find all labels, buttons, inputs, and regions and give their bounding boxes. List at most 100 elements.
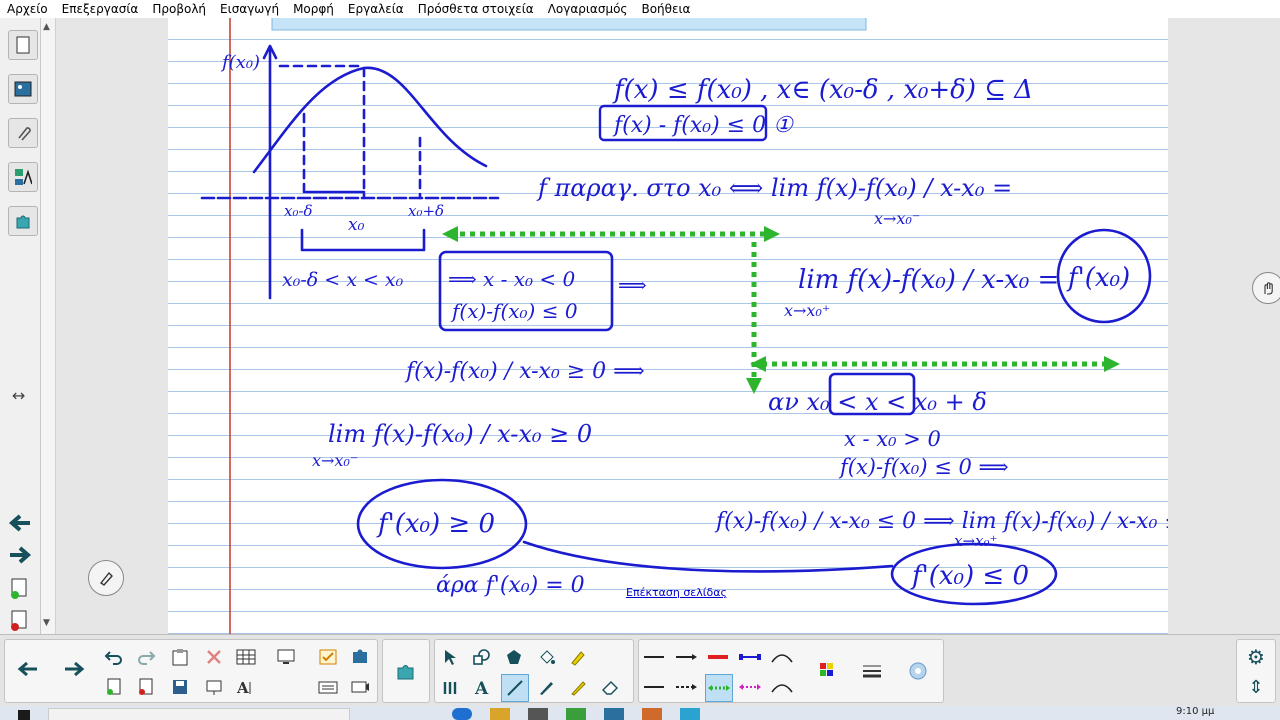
monitor-icon (277, 649, 295, 664)
handwriting-layer[interactable]: f(x₀) x₀-δ x₀ x₀+δ x₀-δ < x < x₀ f(x) ≤ … (168, 18, 1168, 634)
addon-puzzle-button[interactable] (393, 658, 419, 684)
screen-shade-button[interactable] (201, 674, 227, 700)
previous-page-icon[interactable] (8, 512, 32, 538)
undo-button[interactable] (101, 644, 127, 670)
menu-addons[interactable]: Πρόσθετα στοιχεία (411, 2, 541, 16)
line-style-arc[interactable] (769, 644, 795, 670)
properties-icon[interactable] (8, 162, 38, 192)
scroll-down-icon[interactable]: ▼ (43, 618, 50, 628)
add-page-icon[interactable] (10, 578, 30, 604)
expand-toolbar-icon[interactable]: ⇕ (1243, 674, 1269, 700)
menu-view[interactable]: Προβολή (145, 2, 213, 16)
bottom-toolbar: A A ⚙ ⇕ (0, 634, 1280, 707)
os-taskbar: 9:10 μμ (0, 706, 1280, 720)
gallery-icon[interactable] (8, 74, 38, 104)
av-line: αν x₀ < x < x₀ + δ (768, 388, 987, 416)
next-page-icon[interactable] (8, 544, 32, 570)
highlighter-tool[interactable] (565, 644, 591, 670)
circle-fprime-text: f'(x₀) (1066, 263, 1130, 293)
pen-tool[interactable] (533, 674, 559, 700)
delete-button[interactable] (201, 644, 227, 670)
box1-line-a: ⟹ x - x₀ < 0 (448, 267, 576, 291)
line-width-button[interactable] (859, 658, 885, 684)
multi-pen-tool[interactable] (437, 674, 463, 700)
page-delete-icon (139, 678, 153, 695)
menu-insert[interactable]: Εισαγωγή (213, 2, 286, 16)
properties-button[interactable] (905, 658, 931, 684)
panel-scroll-strip[interactable]: ▲ ▼ (41, 18, 56, 634)
line-tool[interactable] (501, 674, 529, 702)
remove-page-button[interactable] (133, 674, 159, 700)
eraser-tool[interactable] (597, 674, 623, 700)
line-style-green-dashed[interactable] (705, 674, 733, 702)
lim-right-sub: x→x₀⁺ (784, 301, 830, 320)
line-style-solid-2[interactable] (641, 674, 667, 700)
magenta-dashed-icon (739, 684, 761, 690)
menu-edit[interactable]: Επεξεργασία (55, 2, 146, 16)
line-style-arrow[interactable] (673, 644, 699, 670)
color-palette-button[interactable] (815, 658, 841, 684)
extend-page-link[interactable]: Επέκταση σελίδας (626, 586, 727, 599)
addons-icon[interactable] (8, 206, 38, 236)
windows-start-icon[interactable] (18, 710, 30, 720)
menu-help[interactable]: Βοήθεια (634, 2, 697, 16)
lim-left: lim f(x)-f(x₀) / x-x₀ ≥ 0 (328, 420, 592, 448)
line-style-blue-ends[interactable] (737, 644, 763, 670)
polygon-tool[interactable] (501, 644, 527, 670)
svg-text:A: A (474, 679, 489, 696)
menu-account[interactable]: Λογαριασμός (541, 2, 635, 16)
insert-page-button[interactable] (101, 674, 127, 700)
line-style-dashed[interactable] (673, 674, 699, 700)
next-page-button[interactable] (61, 656, 87, 682)
close-icon (207, 650, 221, 664)
page-sorter-icon[interactable] (8, 30, 38, 60)
redo-button[interactable] (133, 644, 159, 670)
resize-arrows-icon[interactable]: ↔ (12, 386, 25, 405)
screen-capture-button[interactable] (273, 644, 299, 670)
solid-line-icon (644, 656, 664, 658)
creative-pen-tool[interactable] (565, 674, 591, 700)
select-tool[interactable] (437, 644, 463, 670)
line-style-magenta-dashed[interactable] (737, 674, 763, 700)
pointer-icon (445, 650, 456, 665)
keyboard-button[interactable] (315, 674, 341, 700)
text-style-button[interactable]: A (233, 674, 259, 700)
taskbar-clock[interactable]: 9:10 μμ (1176, 706, 1214, 717)
lim-left-sub: x→x₀⁻ (312, 451, 358, 470)
save-button[interactable] (167, 674, 193, 700)
graph-x0-plus-label: x₀+δ (408, 202, 444, 220)
pen-float-button[interactable] (88, 560, 124, 596)
delete-page-icon[interactable] (10, 610, 30, 636)
taskbar-app-icons[interactable] (452, 708, 812, 720)
prev-page-button[interactable] (15, 656, 41, 682)
dashed-arrow-icon (676, 684, 697, 690)
table-icon (236, 649, 256, 665)
attachments-icon[interactable] (8, 118, 38, 148)
settings-icon[interactable]: ⚙ (1243, 644, 1269, 670)
lim-right: lim f(x)-f(x₀) / x-x₀ = (798, 265, 1059, 295)
line-style-solid[interactable] (641, 644, 667, 670)
document-camera-button[interactable] (347, 674, 373, 700)
text-tool[interactable]: A (469, 674, 495, 700)
paste-button[interactable] (167, 644, 193, 670)
whiteboard-page[interactable]: f(x₀) x₀-δ x₀ x₀+δ x₀-δ < x < x₀ f(x) ≤ … (168, 18, 1168, 634)
taskbar-search-box[interactable] (48, 708, 350, 720)
pens-icon (443, 682, 457, 694)
scroll-up-icon[interactable]: ▲ (43, 22, 50, 32)
blue-line-icon (739, 654, 761, 660)
hand-cursor-button[interactable] (1252, 272, 1280, 304)
table-button[interactable] (233, 644, 259, 670)
shapes-tool[interactable] (469, 644, 495, 670)
menu-tools[interactable]: Εργαλεία (341, 2, 411, 16)
graph-x0-label: x₀ (348, 215, 365, 235)
attach-button[interactable] (315, 644, 341, 670)
green-dashed-icon (708, 685, 730, 691)
line-style-red[interactable] (705, 644, 731, 670)
fill-tool[interactable] (533, 644, 559, 670)
workspace-left-margin (56, 18, 168, 634)
menu-file[interactable]: Αρχείο (0, 2, 55, 16)
menu-format[interactable]: Μορφή (286, 2, 341, 16)
addon-button[interactable] (347, 644, 373, 670)
line-style-arc-2[interactable] (769, 674, 795, 700)
page-add-icon (107, 678, 121, 695)
